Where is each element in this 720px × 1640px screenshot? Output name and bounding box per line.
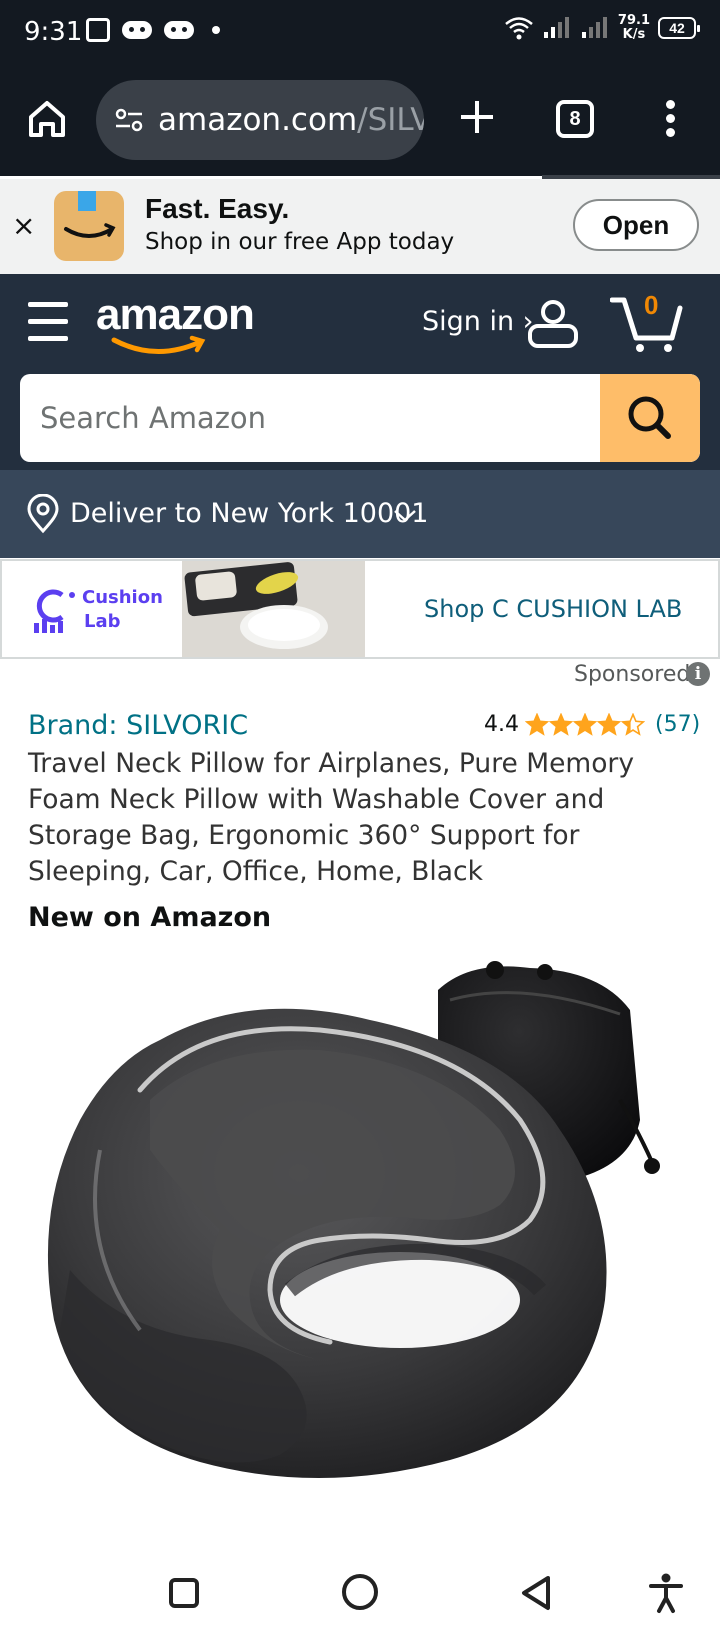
cushion-lab-logo-line1: Cushion — [82, 587, 163, 608]
search-button[interactable] — [600, 374, 700, 462]
nav-back-icon[interactable] — [518, 1574, 554, 1612]
more-vert-icon[interactable] — [664, 100, 676, 140]
rating-value: 4.4 — [484, 712, 519, 737]
signal-icon — [543, 17, 569, 38]
deliver-to-bar[interactable]: Deliver to New York 10001 — [0, 470, 720, 558]
url-path: /SILV — [357, 102, 424, 138]
net-speed: 79.1 K/s — [618, 14, 650, 42]
amazon-app-logo — [54, 191, 124, 261]
gamepad-icon — [122, 21, 152, 39]
browser-toolbar: amazon.com/SILV 8 — [0, 68, 720, 176]
star-icon — [597, 712, 621, 736]
amazon-header: amazon Sign in › 0 — [0, 274, 720, 470]
accessibility-icon[interactable] — [648, 1572, 684, 1614]
shop-brand-link[interactable]: Shop C CUSHION LAB — [424, 595, 682, 623]
location-pin-icon — [27, 494, 59, 534]
star-icon — [573, 712, 597, 736]
search-input[interactable] — [20, 374, 600, 462]
nav-home-icon[interactable] — [342, 1574, 378, 1610]
status-bar: 9:31 79.1 K/s 42 — [0, 0, 720, 68]
new-on-amazon-badge: New on Amazon — [28, 902, 272, 933]
sponsored-brand-ad[interactable]: Cushion Lab Shop C CUSHION LAB — [0, 559, 720, 659]
banner-subtitle: Shop in our free App today — [145, 229, 455, 255]
banner-title: Fast. Easy. — [145, 193, 290, 224]
cart-button[interactable]: 0 — [609, 288, 684, 354]
star-icon — [621, 712, 645, 736]
info-icon[interactable]: i — [686, 662, 710, 686]
app-notification-icon — [86, 18, 110, 42]
cushion-lab-logo: Cushion Lab — [32, 587, 163, 637]
star-icon — [549, 712, 573, 736]
url-text: amazon.com/SILV — [158, 102, 424, 138]
plus-icon[interactable] — [456, 96, 498, 138]
star-rating — [525, 712, 645, 737]
tune-icon[interactable] — [114, 105, 144, 135]
search-icon — [628, 396, 671, 439]
product-rating[interactable]: 4.4 (57) — [484, 712, 700, 737]
gamepad-icon — [164, 21, 194, 39]
status-time: 9:31 — [24, 17, 83, 47]
url-host: amazon.com — [158, 102, 358, 138]
cushion-lab-product-photo — [182, 561, 365, 657]
signal-icon — [581, 17, 607, 38]
status-right: 79.1 K/s 42 — [504, 14, 700, 42]
search-bar — [20, 374, 700, 462]
home-icon[interactable] — [26, 98, 68, 140]
rating-count[interactable]: (57) — [655, 712, 700, 737]
amazon-logo[interactable]: amazon — [96, 290, 266, 360]
star-icon — [525, 712, 549, 736]
recent-apps-icon[interactable] — [169, 1578, 199, 1608]
cushion-lab-logo-line2: Lab — [84, 611, 121, 632]
net-speed-unit: K/s — [622, 27, 646, 42]
product-title[interactable]: Travel Neck Pillow for Airplanes, Pure M… — [28, 746, 704, 890]
battery-icon: 42 — [658, 17, 700, 39]
net-speed-value: 79.1 — [617, 13, 650, 28]
notification-icons — [86, 18, 220, 42]
tabs-icon[interactable]: 8 — [556, 100, 594, 138]
amazon-smile-icon — [111, 335, 206, 354]
brand-link[interactable]: Brand: SILVORIC — [28, 710, 248, 741]
wifi-icon — [505, 17, 533, 40]
close-icon[interactable]: × — [12, 209, 35, 242]
deliver-to-text: Deliver to New York 10001 — [70, 498, 429, 529]
more-notifications-icon — [212, 26, 220, 34]
open-app-button[interactable]: Open — [573, 199, 699, 251]
hamburger-icon[interactable] — [28, 302, 68, 344]
cart-count: 0 — [644, 290, 659, 320]
app-install-banner: × Fast. Easy. Shop in our free App today… — [0, 179, 720, 274]
chevron-down-icon — [394, 510, 416, 522]
sponsored-label: Sponsored — [574, 662, 691, 687]
user-icon[interactable] — [526, 298, 580, 350]
product-image[interactable] — [40, 950, 680, 1550]
android-nav-bar — [0, 1552, 720, 1640]
address-bar[interactable]: amazon.com/SILV — [96, 80, 424, 160]
sign-in-link[interactable]: Sign in › — [422, 306, 533, 337]
